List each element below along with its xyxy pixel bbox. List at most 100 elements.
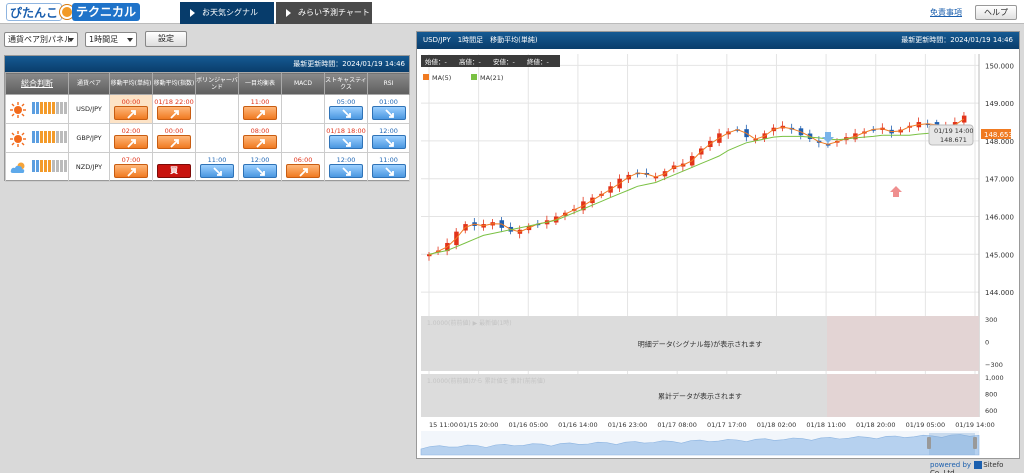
signal-cell[interactable]: 11:00 xyxy=(367,152,410,182)
arrow-down-right-icon[interactable] xyxy=(329,164,363,178)
arrow-up-right-icon[interactable] xyxy=(157,106,191,120)
tab-future-chart-label: みらい予測チャート xyxy=(298,8,370,17)
x-tick-label: 01/17 08:00 xyxy=(657,421,697,429)
signal-cell[interactable]: 06:00 xyxy=(281,152,325,182)
arrow-down-right-icon[interactable] xyxy=(243,164,277,178)
y-tick-label: 146.000 xyxy=(985,214,1014,222)
ohlc-label: 始値：- xyxy=(425,57,448,66)
signal-time: 01:00 xyxy=(379,98,398,106)
y-tick-label: 144.000 xyxy=(985,289,1014,297)
signal-cell[interactable]: 00:00 xyxy=(109,94,153,124)
chevron-down-icon xyxy=(68,38,74,42)
navigator-window xyxy=(929,433,975,455)
signal-cell[interactable]: 00:00 xyxy=(152,123,196,153)
tab-weather-signal-label: お天気シグナル xyxy=(202,8,258,17)
currency-pair[interactable]: GBP/JPY xyxy=(68,123,110,153)
signal-cell[interactable]: 01/18 18:00 xyxy=(324,123,368,153)
arrow-up-right-icon[interactable] xyxy=(157,135,191,149)
signal-cell[interactable]: 買 xyxy=(152,152,196,182)
play-arrow-icon xyxy=(286,9,291,17)
signal-row: GBP/JPY 02:00 00:00 08:00 01/18 18:00 12:00 xyxy=(5,123,410,153)
signal-cell[interactable]: 01:00 xyxy=(367,94,410,124)
signal-time: 05:00 xyxy=(336,98,356,106)
signal-time: 12:00 xyxy=(379,127,398,135)
x-tick-label: 01/17 17:00 xyxy=(707,421,747,429)
play-arrow-icon xyxy=(190,9,195,17)
current-price-label: 148.653 xyxy=(984,131,1013,139)
signal-row: NZD/JPY 07:00 買 11:00 12:00 06:00 12:00 11:00 xyxy=(5,152,410,182)
arrow-up-right-icon[interactable] xyxy=(286,164,320,178)
app-logo[interactable]: ぴたんこ テクニカル xyxy=(6,3,158,21)
tab-future-chart[interactable]: みらい予測チャート xyxy=(276,2,372,24)
y-tick-label: 0 xyxy=(985,339,989,347)
tooltip-price: 148.671 xyxy=(940,136,967,144)
signal-cell[interactable]: 12:00 xyxy=(324,152,368,182)
x-tick-label: 15 11:00 xyxy=(429,421,458,429)
weather-cell[interactable] xyxy=(5,152,69,182)
arrow-down-right-icon[interactable] xyxy=(200,164,234,178)
cumulative-pane-highlight xyxy=(827,374,979,417)
signal-time: 11:00 xyxy=(207,156,227,164)
y-tick-label: 149.000 xyxy=(985,100,1014,108)
signal-cell xyxy=(195,94,239,124)
x-tick-label: 01/15 20:00 xyxy=(459,421,499,429)
candle-body xyxy=(961,115,967,123)
signal-cell[interactable]: 12:00 xyxy=(367,123,410,153)
price-chart[interactable]: 150.000 149.000 148.000 147.000 146.000 145.0… xyxy=(417,49,1019,458)
x-tick-label: 01/19 05:00 xyxy=(906,421,946,429)
signal-table: 総合判断 通貨ペア 移動平均(単純) 移動平均(指数) ボリンジャーバンド 一目均衡表 MA… xyxy=(5,72,410,182)
signal-time: 11:00 xyxy=(250,98,270,106)
column-header: 一目均衡表 xyxy=(238,72,282,95)
signal-cell[interactable]: 05:00 xyxy=(324,94,368,124)
disclaimer-link[interactable]: 免責事項 xyxy=(930,7,962,18)
currency-pair[interactable]: USD/JPY xyxy=(68,94,110,124)
signal-cell[interactable]: 08:00 xyxy=(238,123,282,153)
signal-cell xyxy=(281,123,325,153)
column-header[interactable]: 総合判断 xyxy=(5,72,69,95)
signal-cell[interactable]: 02:00 xyxy=(109,123,153,153)
signal-cell[interactable]: 12:00 xyxy=(238,152,282,182)
cumulative-pane-message: 累計データが表示されます xyxy=(658,392,742,401)
arrow-down-right-icon[interactable] xyxy=(371,164,406,178)
top-bar: ぴたんこ テクニカル お天気シグナル みらい予測チャート 免責事項 ヘルプ xyxy=(0,0,1024,24)
column-header: 移動平均(指数) xyxy=(152,72,196,95)
ohlc-label: 安値：- xyxy=(493,57,516,66)
strength-meter xyxy=(31,131,69,143)
signal-cell[interactable]: 07:00 xyxy=(109,152,153,182)
arrow-up-right-icon[interactable] xyxy=(114,106,148,120)
buy-signal-badge[interactable]: 買 xyxy=(157,164,191,178)
signal-cell[interactable]: 11:00 xyxy=(238,94,282,124)
arrow-down-right-icon[interactable] xyxy=(371,135,406,149)
y-tick-label: −300 xyxy=(985,361,1003,369)
arrow-down-right-icon[interactable] xyxy=(329,106,363,120)
column-header: MACD xyxy=(281,72,325,95)
legend-label: MA(5) xyxy=(432,74,451,82)
arrow-up-right-icon[interactable] xyxy=(114,135,148,149)
signal-table-header: 総合判断 通貨ペア 移動平均(単純) 移動平均(指数) ボリンジャーバンド 一目均衡表 MA… xyxy=(5,72,410,95)
settings-button[interactable]: 設定 xyxy=(145,31,187,47)
help-button[interactable]: ヘルプ xyxy=(975,5,1017,20)
x-tick-label: 01/18 11:00 xyxy=(806,421,846,429)
y-tick-label: 147.000 xyxy=(985,176,1014,184)
weather-cell[interactable] xyxy=(5,123,69,153)
arrow-down-right-icon[interactable] xyxy=(329,135,363,149)
currency-pair[interactable]: NZD/JPY xyxy=(68,152,110,182)
chart-header: USD/JPY 1時間足 移動平均(単純) 最新更新時間：2024/01/19 … xyxy=(417,32,1019,49)
arrow-up-right-icon[interactable] xyxy=(114,164,148,178)
x-tick-label: 01/16 14:00 xyxy=(558,421,598,429)
tab-weather-signal[interactable]: お天気シグナル xyxy=(180,2,274,24)
panel-select[interactable]: 通貨ペア別パネル xyxy=(4,32,78,47)
cumulative-pane-faded-label: 1.0000(前前値)から 累計値を 集計(前前値) xyxy=(427,377,545,385)
arrow-down-right-icon[interactable] xyxy=(371,106,406,120)
y-tick-label: 148.000 xyxy=(985,138,1014,146)
y-tick-label: 600 xyxy=(985,407,997,415)
timeframe-select[interactable]: 1時間足 xyxy=(85,32,137,47)
column-header: 通貨ペア xyxy=(68,72,110,95)
arrow-up-right-icon[interactable] xyxy=(243,106,277,120)
weather-cell[interactable] xyxy=(5,94,69,124)
signal-cell[interactable]: 11:00 xyxy=(195,152,239,182)
signal-cell[interactable]: 01/18 22:00 xyxy=(152,94,196,124)
sun-icon xyxy=(10,102,26,118)
column-header: 移動平均(単純) xyxy=(109,72,153,95)
arrow-up-right-icon[interactable] xyxy=(243,135,277,149)
